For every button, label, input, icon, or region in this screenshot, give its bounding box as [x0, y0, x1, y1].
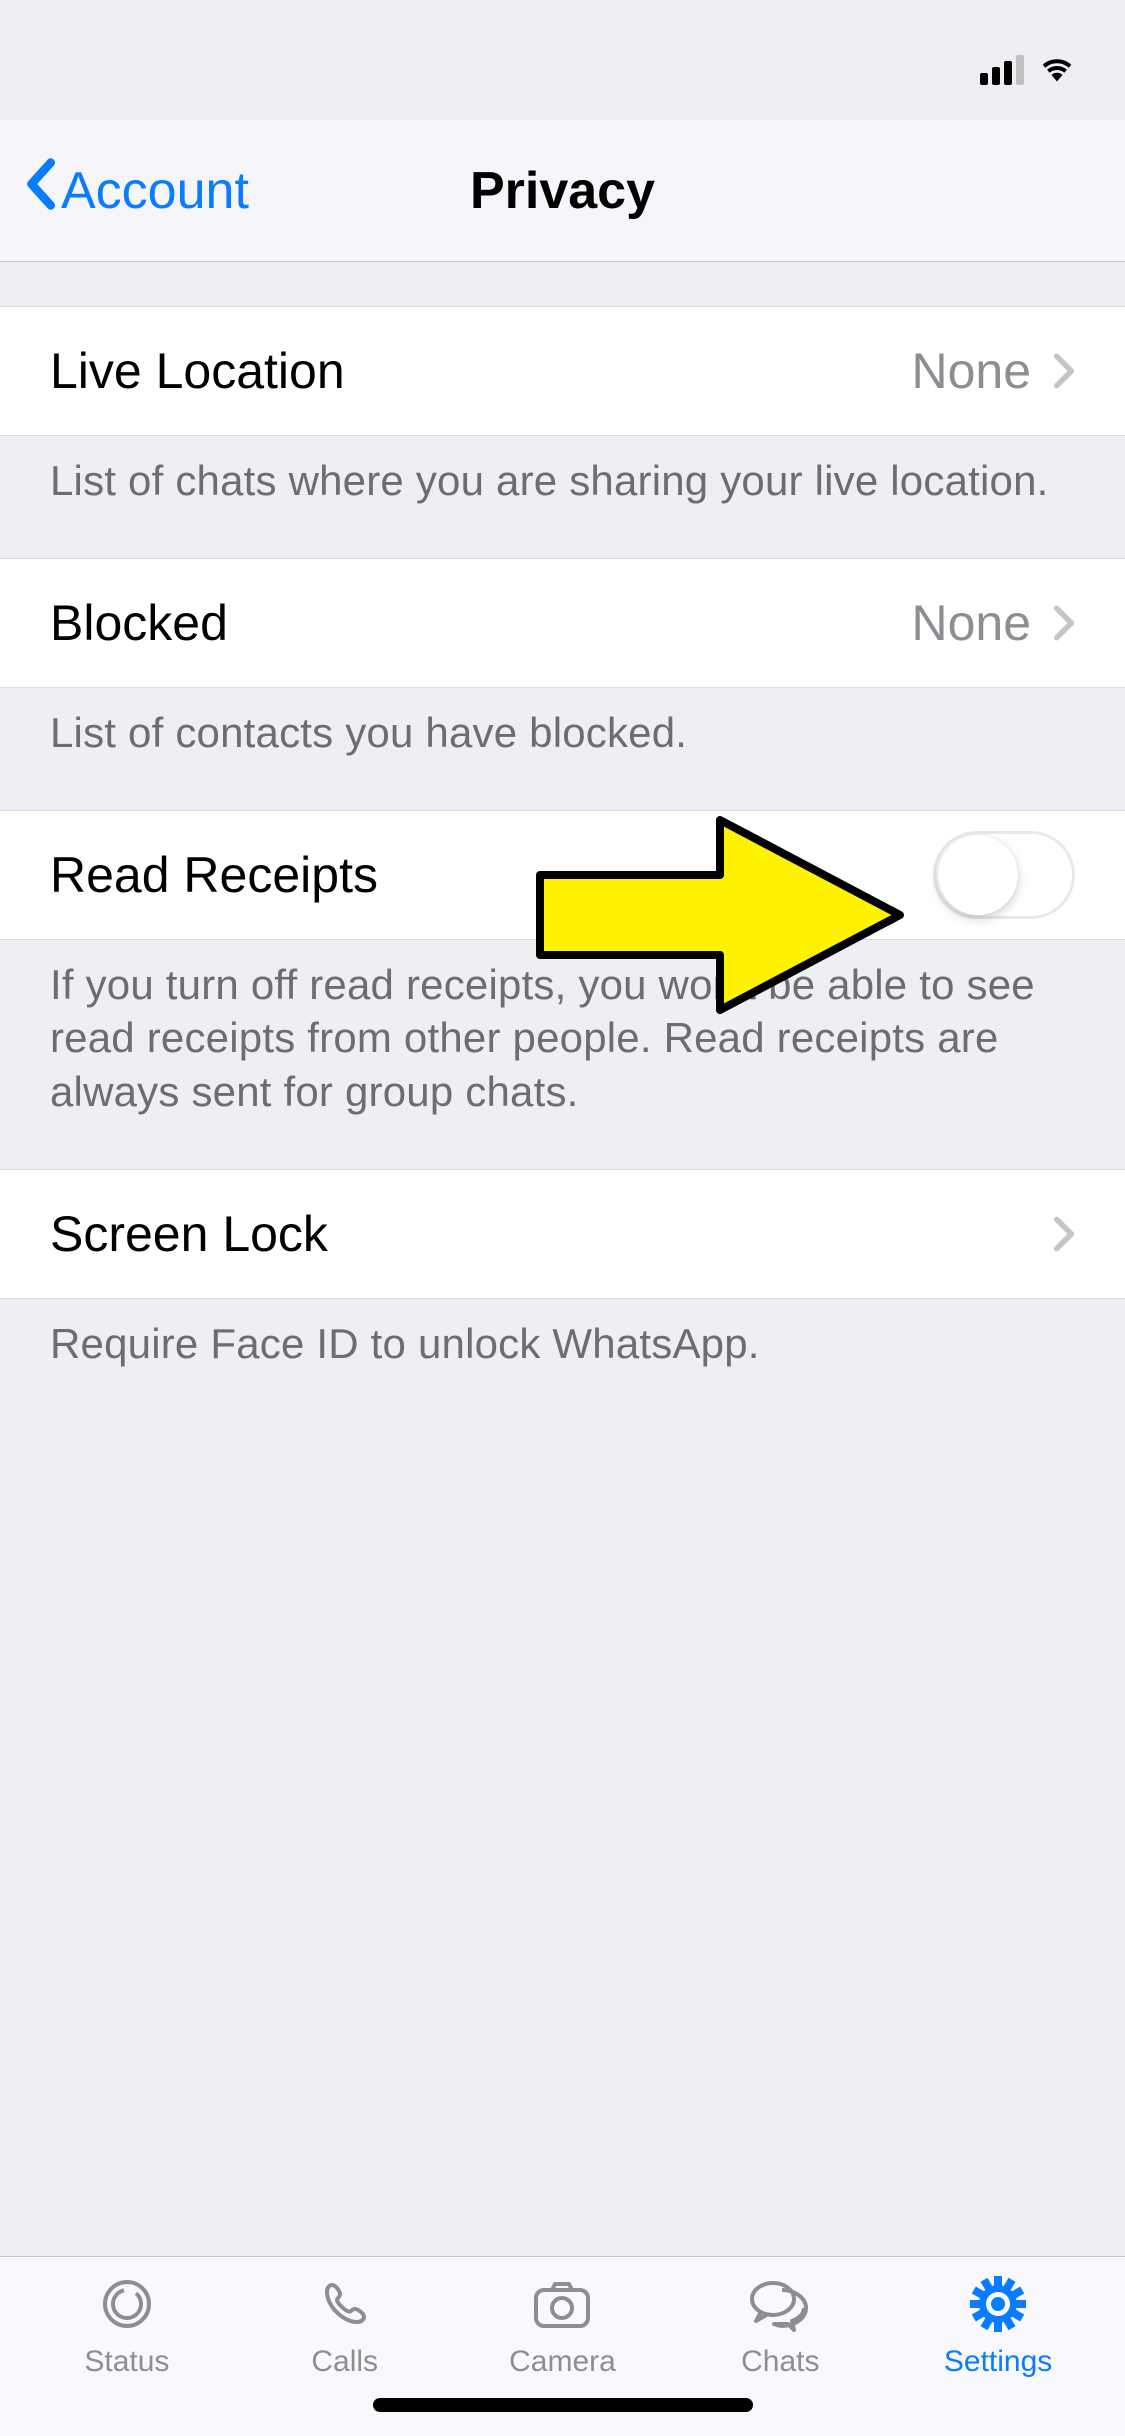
status-icon	[99, 2273, 155, 2335]
tab-label: Camera	[509, 2345, 616, 2379]
tab-label: Settings	[944, 2345, 1052, 2379]
tab-label: Chats	[741, 2345, 819, 2379]
row-read-receipts: Read Receipts	[0, 810, 1125, 940]
chevron-left-icon	[25, 158, 55, 223]
chats-icon	[746, 2273, 814, 2335]
wifi-icon	[1039, 54, 1075, 87]
row-footer: If you turn off read receipts, you won't…	[0, 940, 1125, 1169]
phone-icon	[317, 2273, 373, 2335]
tab-chats[interactable]: Chats	[705, 2273, 855, 2386]
read-receipts-toggle[interactable]	[933, 831, 1075, 919]
tab-settings[interactable]: Settings	[923, 2273, 1073, 2386]
camera-icon	[530, 2273, 594, 2335]
row-label: Blocked	[50, 594, 228, 652]
back-button[interactable]: Account	[25, 158, 249, 223]
page-title: Privacy	[470, 161, 655, 221]
row-value: None	[911, 594, 1031, 652]
toggle-knob	[938, 835, 1018, 915]
chevron-right-icon	[1053, 1215, 1075, 1253]
row-live-location[interactable]: Live Location None	[0, 306, 1125, 436]
row-value: None	[911, 342, 1031, 400]
tab-label: Status	[84, 2345, 169, 2379]
row-footer: List of chats where you are sharing your…	[0, 436, 1125, 558]
row-footer: Require Face ID to unlock WhatsApp.	[0, 1299, 1125, 1421]
row-label: Screen Lock	[50, 1205, 328, 1263]
navigation-bar: Account Privacy	[0, 120, 1125, 262]
row-footer: List of contacts you have blocked.	[0, 688, 1125, 810]
chevron-right-icon	[1053, 604, 1075, 642]
gear-icon	[969, 2273, 1027, 2335]
tab-camera[interactable]: Camera	[487, 2273, 637, 2386]
settings-list: Live Location None List of chats where y…	[0, 262, 1125, 1421]
chevron-right-icon	[1053, 352, 1075, 390]
row-blocked[interactable]: Blocked None	[0, 558, 1125, 688]
home-indicator[interactable]	[373, 2398, 753, 2412]
status-bar	[0, 0, 1125, 120]
back-label: Account	[61, 161, 249, 221]
tab-status[interactable]: Status	[52, 2273, 202, 2386]
row-label: Read Receipts	[50, 846, 378, 904]
cellular-signal-icon	[980, 55, 1024, 85]
tab-calls[interactable]: Calls	[270, 2273, 420, 2386]
row-screen-lock[interactable]: Screen Lock	[0, 1169, 1125, 1299]
tab-label: Calls	[311, 2345, 378, 2379]
row-label: Live Location	[50, 342, 345, 400]
